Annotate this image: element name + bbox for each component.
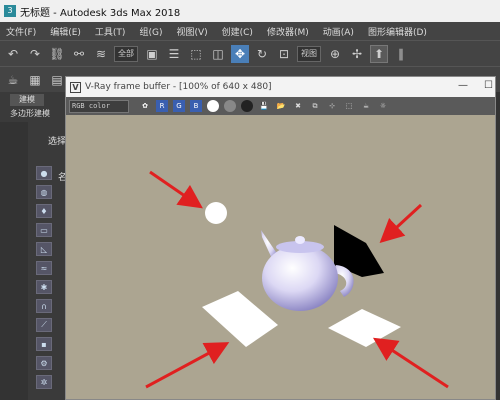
main-toolbar: ↶ ↷ ⛓ ⚯ ≋ 全部 ▣ ☰ ⬚ ◫ ✥ ↻ ⊡ 视图 ⊕ ✢ ⬆ ∥ [0,40,500,66]
maximize-icon[interactable]: ☐ [484,80,493,91]
ribbon-tab-modeling[interactable]: 建模 [10,94,44,106]
hierarchy-icon[interactable]: ∩ [36,299,52,313]
rect-selection-icon[interactable]: ⬚ [187,45,205,63]
green-channel-button[interactable]: G [173,100,185,112]
app-title-bar: 3 无标题 - Autodesk 3ds Max 2018 [0,0,500,22]
menu-create[interactable]: 创建(C) [222,25,253,38]
red-arrow-bottom-right [372,337,449,389]
vray-title-bar: V V-Ray frame buffer - [100% of 640 x 48… [66,77,495,97]
menu-file[interactable]: 文件(F) [6,25,36,38]
blue-channel-button[interactable]: B [190,100,202,112]
color-channels-icon[interactable]: ✿ [139,100,151,112]
motion-icon[interactable]: ⟋ [36,318,52,332]
load-image-icon[interactable]: 📂 [275,100,287,112]
menu-views[interactable]: 视图(V) [176,25,207,38]
select-object-icon[interactable]: ▣ [143,45,161,63]
render-frame-icon[interactable]: ▦ [26,71,44,89]
select-manipulate-icon[interactable]: ✢ [348,45,366,63]
unlink-icon[interactable]: ⚯ [70,45,88,63]
menu-bar: 文件(F) 编辑(E) 工具(T) 组(G) 视图(V) 创建(C) 修改器(M… [0,22,500,40]
vray-frame-buffer-window: V V-Ray frame buffer - [100% of 640 x 48… [65,76,496,400]
save-image-icon[interactable]: 💾 [258,100,270,112]
black-dot-icon[interactable] [241,100,253,112]
reference-coord-dropdown[interactable]: 视图 [297,45,321,62]
region-render-icon[interactable]: ⬚ [343,100,355,112]
display-icon[interactable]: ▪ [36,337,52,351]
select-by-name-icon[interactable]: ☰ [165,45,183,63]
bind-spacewarp-icon[interactable]: ≋ [92,45,110,63]
window-title: 无标题 - Autodesk 3ds Max 2018 [20,7,181,19]
systems-icon[interactable]: ✱ [36,280,52,294]
left-panel [0,122,28,400]
snaps-toggle-icon[interactable]: ∥ [392,45,410,63]
utilities-icon[interactable]: ⚙ [36,356,52,370]
cameras-icon[interactable]: ▭ [36,223,52,237]
vray-title: V-Ray frame buffer - [100% of 640 x 480] [85,82,272,92]
shapes-icon[interactable]: ◍ [36,185,52,199]
select-move-icon[interactable]: ✥ [231,44,249,63]
3dsmax-logo-icon: 3 [4,5,16,17]
extra-icon[interactable]: ✲ [36,375,52,389]
teapot-icon[interactable]: ☕ [4,71,22,89]
lights-icon[interactable]: ♦ [36,204,52,218]
render-icon[interactable]: ☕ [360,100,372,112]
link-icon[interactable]: ⛓ [48,45,66,63]
pivot-center-icon[interactable]: ⊕ [326,45,344,63]
grey-dot-icon[interactable] [224,100,236,112]
duplicate-vfb-icon[interactable]: ⧉ [309,100,321,112]
ribbon-subtab-polygon-modeling[interactable]: 多边形建模 [10,108,50,119]
menu-graph-editors[interactable]: 图形编辑器(D) [368,25,427,38]
render-viewport [66,115,495,399]
window-crossing-icon[interactable]: ◫ [209,45,227,63]
red-channel-button[interactable]: R [156,100,168,112]
helpers-icon[interactable]: ◺ [36,242,52,256]
white-plane-light-left [202,291,278,347]
material-editor-icon[interactable]: ▤ [48,71,66,89]
select-label: 选择 [48,137,67,147]
white-dot-icon[interactable] [207,100,219,112]
sphere-light [205,202,227,224]
select-rotate-icon[interactable]: ↻ [253,45,271,63]
channel-select[interactable]: RGB color [69,99,129,113]
vray-toolbar: RGB color ✿ R G B 💾 📂 ✖ ⧉ ⊹ ⬚ ☕ ☼ [66,97,495,115]
red-arrow-top-left [149,170,203,209]
modeling-ribbon: 建模 多边形建模 [0,92,70,122]
minimize-icon[interactable]: — [458,80,468,91]
undo-icon[interactable]: ↶ [4,45,22,63]
track-mouse-icon[interactable]: ⊹ [326,100,338,112]
vray-logo-icon: V [70,81,81,93]
menu-tools[interactable]: 工具(T) [95,25,126,38]
red-arrow-top-right [379,203,423,244]
spacewarps-icon[interactable]: ≈ [36,261,52,275]
menu-edit[interactable]: 编辑(E) [50,25,81,38]
geometry-icon[interactable]: ● [36,166,52,180]
menu-group[interactable]: 组(G) [139,25,162,38]
red-arrow-bottom-left [145,342,230,389]
menu-animation[interactable]: 动画(A) [323,25,354,38]
render-scene [145,170,449,389]
lens-effects-icon[interactable]: ☼ [377,100,389,112]
clear-image-icon[interactable]: ✖ [292,100,304,112]
create-category-icons: ● ◍ ♦ ▭ ◺ ≈ ✱ ∩ ⟋ ▪ ⚙ ✲ [36,166,56,394]
select-scale-icon[interactable]: ⊡ [275,45,293,63]
menu-modifiers[interactable]: 修改器(M) [267,25,309,38]
redo-icon[interactable]: ↷ [26,45,44,63]
selection-filter-dropdown[interactable]: 全部 [114,45,138,62]
right-strip [496,92,500,400]
white-plane-light-right [328,309,401,347]
keyboard-shortcut-icon[interactable]: ⬆ [370,44,388,63]
